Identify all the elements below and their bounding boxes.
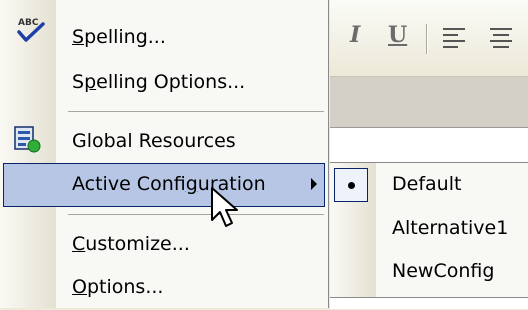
app-ruler-band	[330, 77, 528, 127]
align-center-icon[interactable]	[490, 28, 512, 50]
submenu-item-default[interactable]: Default	[330, 163, 528, 207]
menu-item-options[interactable]: Options...	[0, 266, 326, 310]
mnemonic: C	[72, 233, 86, 255]
context-menu: ABC Spelling... Spelling Options... Glob…	[0, 0, 329, 308]
underline-button[interactable]: U	[388, 22, 407, 56]
mnemonic: p	[84, 71, 97, 93]
menu-item-global-resources[interactable]: Global Resources	[0, 120, 326, 164]
mouse-cursor-icon	[211, 187, 238, 227]
align-left-icon[interactable]	[443, 28, 465, 50]
mnemonic: O	[72, 276, 87, 298]
italic-button[interactable]: I	[350, 22, 360, 56]
formatting-toolbar: I U	[330, 0, 528, 77]
mnemonic: g	[185, 173, 198, 195]
menu-item-active-configuration[interactable]: Active Configuration	[3, 163, 325, 207]
menu-item-spelling-options[interactable]: Spelling Options...	[0, 61, 326, 105]
menu-item-spelling[interactable]: Spelling...	[0, 16, 326, 60]
submenu-item-alternative1[interactable]: Alternative1	[330, 207, 528, 251]
toolbar-separator	[426, 24, 428, 54]
mnemonic: S	[72, 26, 85, 48]
radio-dot-icon	[348, 182, 355, 189]
submenu-item-newconfig[interactable]: NewConfig	[330, 250, 528, 294]
menu-separator	[68, 214, 324, 215]
submenu-arrow-icon	[311, 178, 317, 190]
active-configuration-submenu: Default Alternative1 NewConfig	[330, 162, 528, 298]
radio-check-box	[334, 168, 368, 202]
menu-separator	[68, 111, 324, 112]
menu-item-customize[interactable]: Customize...	[0, 223, 326, 267]
